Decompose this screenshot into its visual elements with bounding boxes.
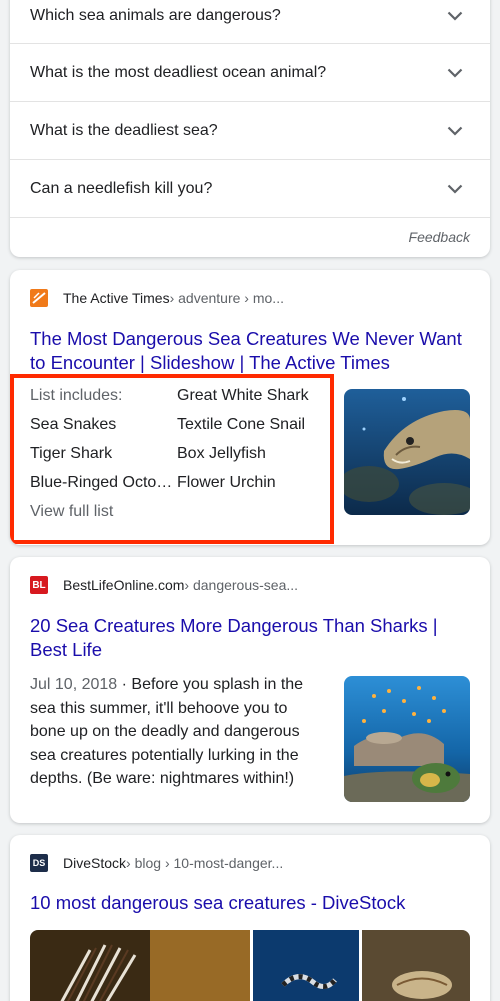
list-label: List includes: — [30, 387, 123, 404]
people-also-ask-card: Which sea animals are dangerous? What is… — [10, 0, 490, 257]
chevron-down-icon — [446, 122, 464, 140]
divestock-favicon-icon: DS — [30, 854, 48, 872]
result-breadcrumb: › blog › 10-most-danger... — [126, 855, 284, 871]
paa-question-text: Which sea animals are dangerous? — [30, 6, 281, 24]
list-item: Blue-Ringed Octo… — [30, 474, 173, 491]
result-source[interactable]: The Active Times › adventure › mo... — [30, 289, 284, 307]
result-snippet: Jul 10, 2018 · Before you splash in the … — [30, 673, 325, 791]
list-item: Sea Snakes — [30, 416, 117, 433]
cone-snail-image[interactable] — [362, 930, 470, 1001]
chevron-down-icon — [446, 7, 464, 25]
list-item: Flower Urchin — [177, 474, 276, 491]
paa-question-3[interactable]: What is the deadliest sea? — [10, 102, 490, 160]
list-item: Box Jellyfish — [177, 445, 266, 462]
result-breadcrumb: › adventure › mo... — [169, 290, 284, 306]
paa-question-4[interactable]: Can a needlefish kill you? — [10, 160, 490, 218]
result-date: Jul 10, 2018 — [30, 676, 118, 693]
list-item: Textile Cone Snail — [177, 416, 306, 433]
paa-question-1[interactable]: Which sea animals are dangerous? — [10, 0, 490, 44]
reef-fish-thumbnail[interactable] — [344, 676, 470, 802]
result-title-link[interactable]: 10 most dangerous sea creatures - DiveSt… — [30, 891, 470, 915]
result-source[interactable]: DS DiveStock › blog › 10-most-danger... — [30, 854, 283, 872]
bestlife-favicon-icon: BL — [30, 576, 48, 594]
search-result-divestock: DS DiveStock › blog › 10-most-danger... … — [10, 835, 490, 1001]
result-title-link[interactable]: The Most Dangerous Sea Creatures We Neve… — [30, 327, 470, 375]
sea-snake-image[interactable] — [253, 930, 359, 1001]
lionfish-image[interactable] — [30, 930, 250, 1001]
active-times-favicon-icon — [30, 289, 48, 307]
paa-question-2[interactable]: What is the most deadliest ocean animal? — [10, 44, 490, 102]
paa-question-text: Can a needlefish kill you? — [30, 179, 213, 197]
result-site-name: BestLifeOnline.com — [63, 577, 185, 593]
search-result-best-life: BL BestLifeOnline.com › dangerous-sea...… — [10, 557, 490, 823]
result-breadcrumb: › dangerous-sea... — [184, 577, 299, 593]
paa-question-text: What is the most deadliest ocean animal? — [30, 63, 327, 81]
view-full-list-link[interactable]: View full list — [30, 503, 113, 521]
list-item: Tiger Shark — [30, 445, 113, 462]
paa-question-text: What is the deadliest sea? — [30, 121, 218, 139]
feedback-link[interactable]: Feedback — [10, 218, 490, 256]
chevron-down-icon — [446, 180, 464, 198]
search-result-active-times: The Active Times › adventure › mo... The… — [10, 270, 490, 545]
result-source[interactable]: BL BestLifeOnline.com › dangerous-sea... — [30, 576, 298, 594]
chevron-down-icon — [446, 64, 464, 82]
result-site-name: The Active Times — [63, 290, 170, 306]
result-title-link[interactable]: 20 Sea Creatures More Dangerous Than Sha… — [30, 614, 470, 662]
result-site-name: DiveStock — [63, 855, 127, 871]
moray-eel-thumbnail[interactable] — [344, 389, 470, 515]
list-item: Great White Shark — [177, 387, 309, 404]
